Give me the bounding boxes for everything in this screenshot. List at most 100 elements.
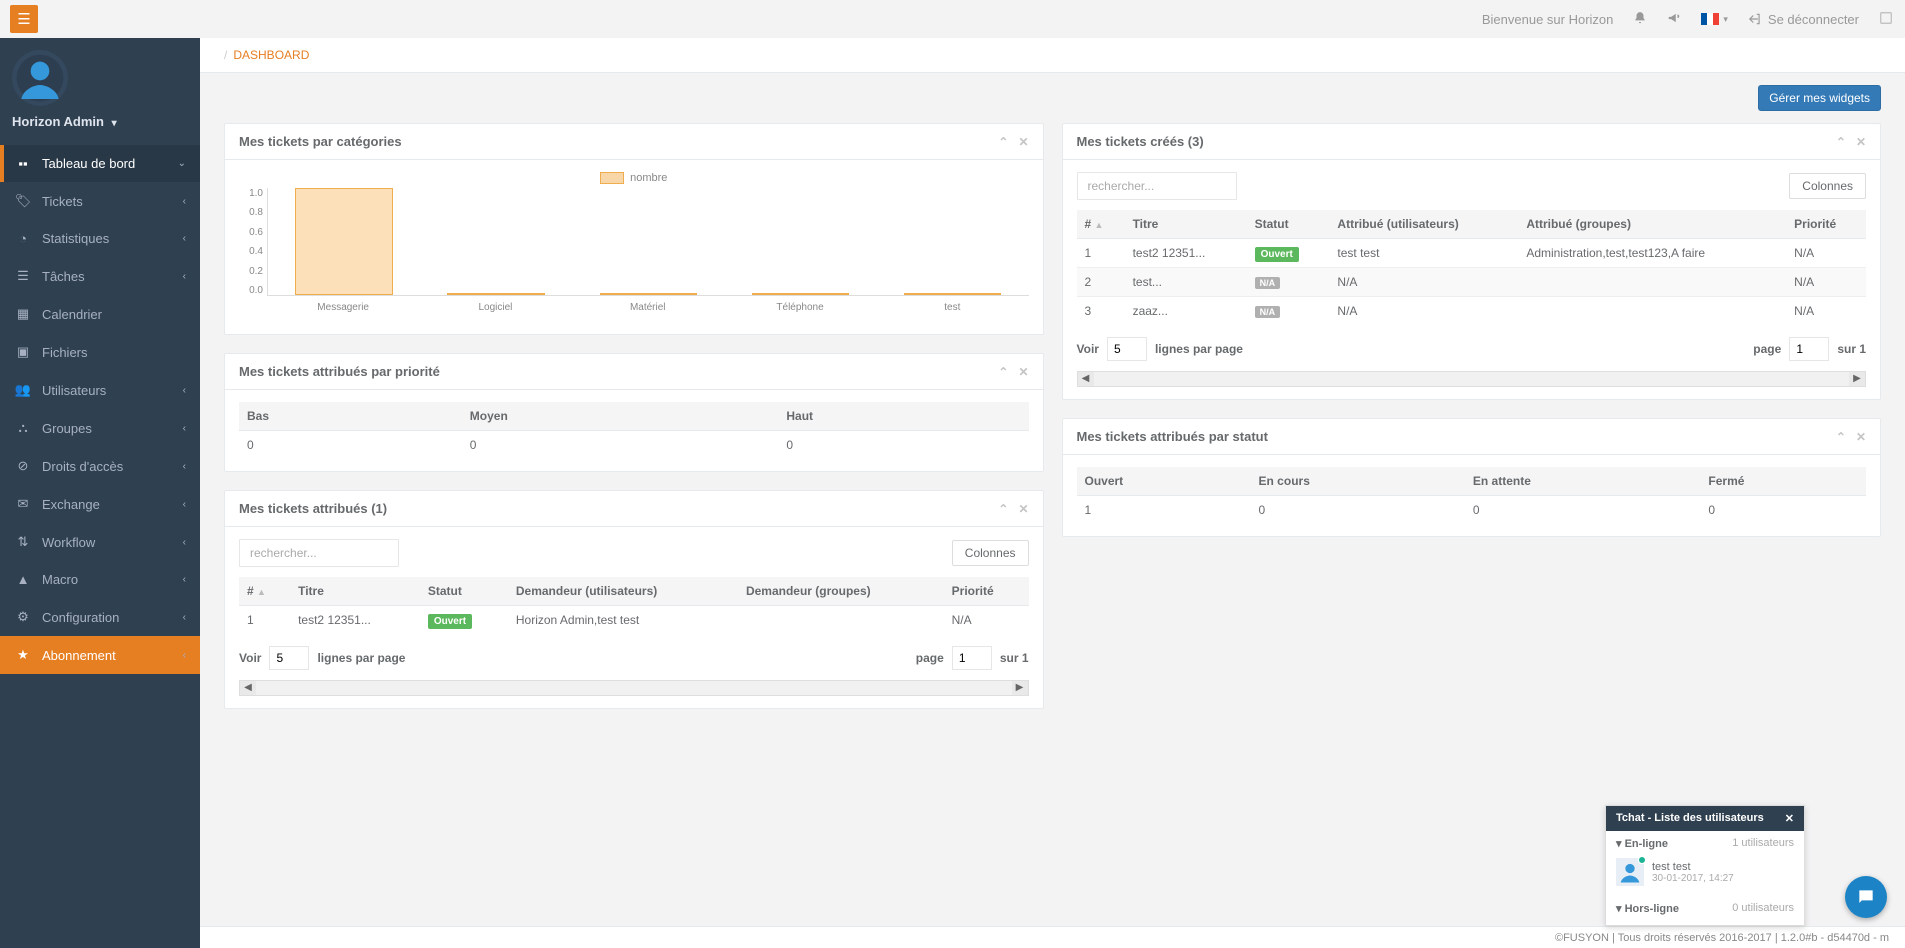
scroll-left-icon[interactable]: ◀: [1078, 372, 1094, 386]
collapse-icon[interactable]: ⌃: [998, 502, 1008, 516]
col-open[interactable]: Ouvert: [1077, 467, 1251, 496]
language-selector[interactable]: ▾: [1701, 13, 1728, 25]
table-row[interactable]: 3zaaz...N/AN/AN/A: [1077, 297, 1867, 326]
col-status[interactable]: Statut: [1247, 210, 1330, 239]
gear-icon: ⚙: [14, 609, 32, 625]
manage-widgets-button[interactable]: Gérer mes widgets: [1758, 85, 1881, 111]
table-row[interactable]: 1test2 12351...Ouverttest testAdministra…: [1077, 239, 1867, 268]
horizontal-scrollbar[interactable]: ◀ ▶: [239, 680, 1029, 696]
status-badge: Ouvert: [428, 614, 472, 629]
col-assigned-users[interactable]: Attribué (utilisateurs): [1329, 210, 1518, 239]
col-title[interactable]: Titre: [1125, 210, 1247, 239]
menu-toggle-button[interactable]: ☰: [10, 5, 38, 33]
col-medium[interactable]: Moyen: [462, 402, 779, 431]
sidebar-item-tasks[interactable]: ☰Tâches‹: [0, 257, 200, 295]
collapse-icon[interactable]: ⌃: [1836, 135, 1846, 149]
sidebar-item-dashboard[interactable]: ▪▪Tableau de bord⌄: [0, 145, 200, 182]
col-status[interactable]: Statut: [420, 577, 508, 606]
horizontal-scrollbar[interactable]: ◀ ▶: [1077, 371, 1867, 387]
close-icon[interactable]: ✕: [1856, 135, 1866, 149]
status-badge: N/A: [1255, 277, 1281, 289]
sidebar-item-label: Macro: [42, 572, 78, 587]
group-icon: ⛬: [14, 420, 32, 436]
dashboard-icon: ▪▪: [14, 156, 32, 171]
toolbar: Gérer mes widgets: [200, 73, 1905, 111]
scroll-left-icon[interactable]: ◀: [240, 681, 256, 695]
fullscreen-icon[interactable]: [1879, 11, 1893, 28]
sidebar-item-workflow[interactable]: ⇅Workflow‹: [0, 523, 200, 561]
sidebar-item-macro[interactable]: ▲Macro‹: [0, 561, 200, 598]
collapse-icon[interactable]: ⌃: [1836, 430, 1846, 444]
caret-down-icon: ▾: [1616, 838, 1622, 850]
sidebar-item-access[interactable]: ⊘Droits d'accès‹: [0, 447, 200, 485]
sidebar-item-label: Tableau de bord: [42, 156, 135, 171]
page-number-input[interactable]: [952, 646, 992, 670]
sidebar-item-groups[interactable]: ⛬Groupes‹: [0, 409, 200, 447]
page-number-input[interactable]: [1789, 337, 1829, 361]
breadcrumb-current[interactable]: DASHBOARD: [233, 48, 309, 62]
col-priority[interactable]: Priorité: [944, 577, 1029, 606]
avatar[interactable]: [12, 50, 68, 106]
cell-medium: 0: [462, 431, 779, 460]
sidebar-item-exchange[interactable]: ✉Exchange‹: [0, 485, 200, 523]
col-num[interactable]: # ▲: [1077, 210, 1125, 239]
close-icon[interactable]: ✕: [1018, 135, 1028, 149]
pager: Voir lignes par page page sur 1: [239, 646, 1029, 670]
col-num[interactable]: # ▲: [239, 577, 290, 606]
online-toggle[interactable]: ▾ En-ligne: [1616, 837, 1668, 850]
close-icon[interactable]: ✕: [1856, 430, 1866, 444]
logout-link[interactable]: Se déconnecter: [1748, 12, 1859, 27]
scroll-right-icon[interactable]: ▶: [1849, 372, 1865, 386]
col-high[interactable]: Haut: [778, 402, 1028, 431]
col-title[interactable]: Titre: [290, 577, 420, 606]
widget-title: Mes tickets attribués (1): [239, 501, 387, 516]
sidebar-item-subscription[interactable]: ★Abonnement‹: [0, 636, 200, 674]
search-input[interactable]: [1077, 172, 1237, 200]
col-low[interactable]: Bas: [239, 402, 462, 431]
col-req-users[interactable]: Demandeur (utilisateurs): [508, 577, 738, 606]
col-priority[interactable]: Priorité: [1786, 210, 1866, 239]
collapse-icon[interactable]: ⌃: [998, 365, 1008, 379]
username-label: Horizon Admin: [12, 114, 104, 129]
sidebar-item-files[interactable]: ▣Fichiers: [0, 333, 200, 371]
columns-button[interactable]: Colonnes: [952, 540, 1029, 566]
col-req-groups[interactable]: Demandeur (groupes): [738, 577, 944, 606]
chat-header[interactable]: Tchat - Liste des utilisateurs ✕: [1606, 806, 1804, 831]
sidebar-item-users[interactable]: 👥Utilisateurs‹: [0, 371, 200, 409]
caret-down-icon: ▾: [112, 118, 117, 129]
list-icon: ☰: [14, 268, 32, 284]
collapse-icon[interactable]: ⌃: [998, 135, 1008, 149]
chart-x-axis: MessagerieLogicielMatérielTéléphonetest: [267, 302, 1029, 313]
search-input[interactable]: [239, 539, 399, 567]
close-icon[interactable]: ✕: [1018, 502, 1028, 516]
sidebar-nav: ▪▪Tableau de bord⌄ 🏷Tickets‹ ◔Statistiqu…: [0, 145, 200, 674]
bell-icon[interactable]: [1633, 11, 1647, 28]
offline-toggle[interactable]: ▾ Hors-ligne: [1616, 902, 1679, 915]
sidebar-item-label: Workflow: [42, 535, 95, 550]
close-icon[interactable]: ✕: [1785, 812, 1794, 825]
col-waiting[interactable]: En attente: [1465, 467, 1701, 496]
chat-fab-button[interactable]: [1845, 876, 1887, 918]
topbar: ☰ Bienvenue sur Horizon ▾ Se déconnecter: [0, 0, 1905, 38]
online-dot-icon: [1638, 856, 1646, 864]
col-progress[interactable]: En cours: [1251, 467, 1465, 496]
announcement-icon[interactable]: [1667, 11, 1681, 28]
col-assigned-groups[interactable]: Attribué (groupes): [1518, 210, 1786, 239]
sidebar-item-config[interactable]: ⚙Configuration‹: [0, 598, 200, 636]
table-row[interactable]: 1test2 12351...OuvertHorizon Admin,test …: [239, 606, 1029, 635]
sidebar-item-label: Tickets: [42, 194, 83, 209]
page-size-input[interactable]: [1107, 337, 1147, 361]
username-dropdown[interactable]: Horizon Admin ▾: [12, 114, 188, 129]
scroll-right-icon[interactable]: ▶: [1012, 681, 1028, 695]
page-size-input[interactable]: [269, 646, 309, 670]
pager-lpp-label: lignes par page: [317, 651, 405, 665]
columns-button[interactable]: Colonnes: [1789, 173, 1866, 199]
sidebar-item-tickets[interactable]: 🏷Tickets‹: [0, 182, 200, 220]
col-closed[interactable]: Fermé: [1700, 467, 1866, 496]
sidebar-item-calendar[interactable]: ▦Calendrier: [0, 295, 200, 333]
sidebar-item-stats[interactable]: ◔Statistiques‹: [0, 220, 200, 257]
close-icon[interactable]: ✕: [1018, 365, 1028, 379]
sidebar-item-label: Utilisateurs: [42, 383, 106, 398]
chat-user[interactable]: test test 30-01-2017, 14:27: [1616, 854, 1794, 890]
table-row[interactable]: 2test...N/AN/AN/A: [1077, 268, 1867, 297]
